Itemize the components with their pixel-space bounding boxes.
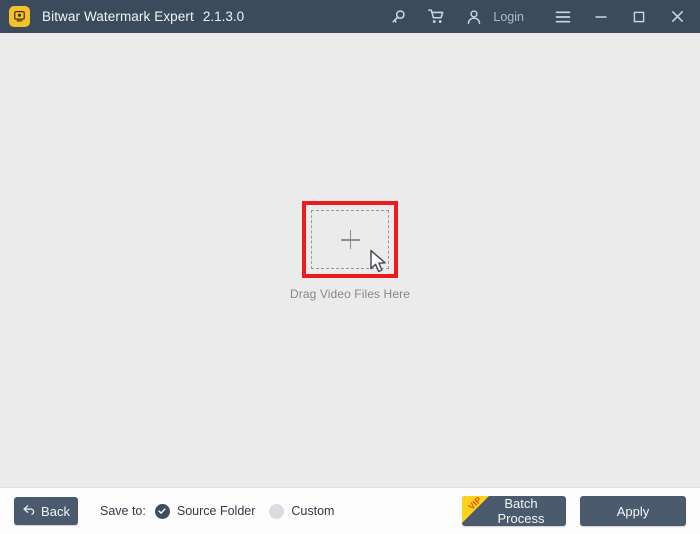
app-window: Bitwar Watermark Expert 2.1.3.0 Login Dr… — [0, 0, 700, 534]
main-content-area: Drag Video Files Here — [0, 33, 700, 487]
radio-source-folder[interactable]: Source Folder — [154, 503, 256, 519]
back-button[interactable]: Back — [14, 497, 78, 525]
back-arrow-icon — [22, 504, 36, 519]
save-to-label: Save to: — [100, 504, 146, 518]
hamburger-menu-icon[interactable] — [548, 0, 578, 33]
apply-button[interactable]: Apply — [580, 496, 686, 526]
save-to-radio-group: Source Folder Custom — [154, 503, 349, 519]
back-button-label: Back — [41, 503, 70, 519]
minimize-icon[interactable] — [586, 0, 616, 33]
title-bar: Bitwar Watermark Expert 2.1.3.0 Login — [0, 0, 700, 33]
close-icon[interactable] — [662, 0, 692, 33]
plus-icon — [340, 230, 360, 249]
dropzone-dashed-area — [311, 210, 389, 269]
radio-custom-indicator — [269, 503, 285, 519]
apply-button-label: Apply — [616, 503, 650, 519]
app-title: Bitwar Watermark Expert — [42, 9, 194, 24]
radio-custom-label: Custom — [291, 504, 335, 518]
bottom-toolbar: Back Save to: Source Folder Custom VIP B — [0, 487, 700, 534]
radio-source-folder-indicator — [154, 503, 170, 519]
login-label: Login — [493, 9, 524, 24]
dropzone-wrapper: Drag Video Files Here — [0, 201, 700, 301]
app-version: 2.1.3.0 — [202, 9, 245, 24]
maximize-icon[interactable] — [624, 0, 654, 33]
user-account-icon — [459, 0, 489, 33]
batch-process-label: Batch Process — [497, 496, 545, 526]
video-dropzone[interactable] — [302, 201, 398, 278]
app-logo-icon — [9, 6, 30, 27]
dropzone-caption: Drag Video Files Here — [290, 287, 410, 301]
login-button[interactable]: Login — [459, 0, 530, 33]
radio-source-folder-label: Source Folder — [176, 504, 256, 518]
radio-custom[interactable]: Custom — [269, 503, 335, 519]
key-icon[interactable] — [383, 0, 413, 33]
batch-process-button[interactable]: VIP Batch Process — [462, 496, 566, 526]
shopping-cart-icon[interactable] — [421, 0, 451, 33]
